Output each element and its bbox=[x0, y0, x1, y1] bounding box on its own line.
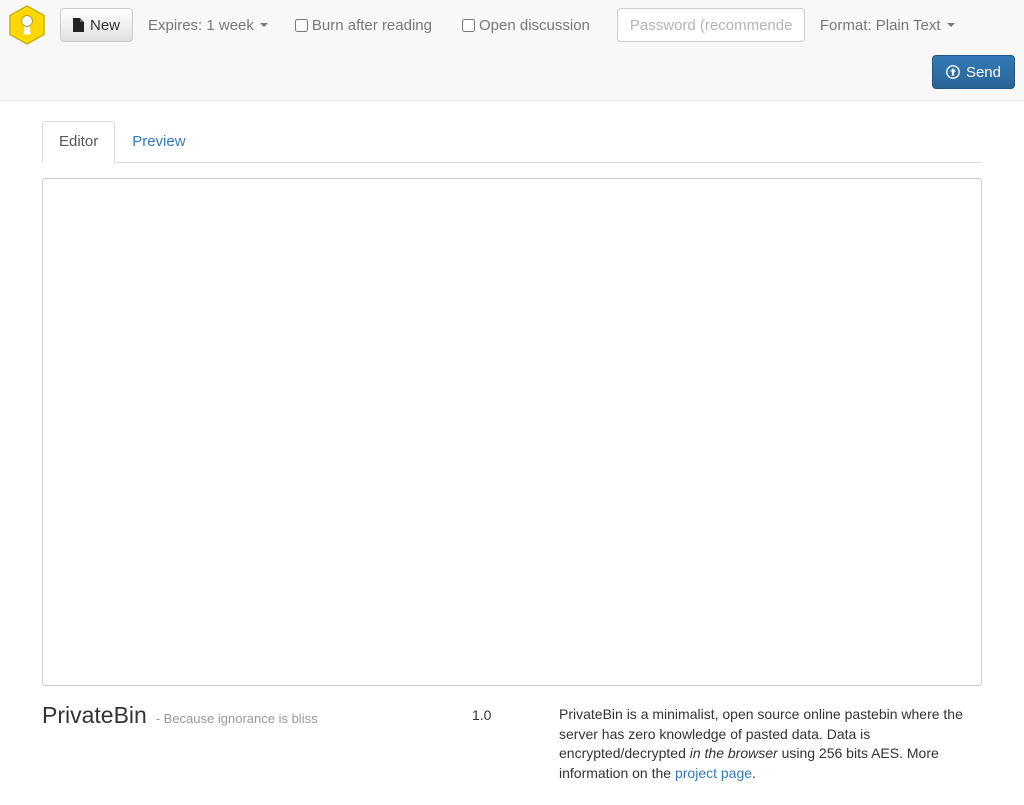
main-container: Editor Preview PrivateBin - Because igno… bbox=[0, 121, 1024, 783]
privatebin-keyhole-hexagon-logo-icon[interactable] bbox=[8, 5, 46, 45]
project-page-link[interactable]: project page bbox=[675, 765, 752, 781]
page-footer: PrivateBin - Because ignorance is bliss … bbox=[42, 700, 982, 783]
format-dropdown-label: Format: Plain Text bbox=[819, 16, 941, 34]
new-paste-button[interactable]: New bbox=[60, 8, 134, 42]
burn-after-reading-label: Burn after reading bbox=[311, 16, 432, 34]
navbar-primary-row: New Expires: 1 week Burn after reading O… bbox=[0, 0, 1024, 50]
send-button-label: Send bbox=[965, 63, 1001, 81]
open-discussion-option[interactable]: Open discussion bbox=[447, 0, 605, 50]
chevron-down-icon bbox=[259, 23, 268, 27]
send-button[interactable]: Send bbox=[931, 55, 1015, 89]
description-italic: in the browser bbox=[689, 745, 778, 761]
burn-after-reading-option[interactable]: Burn after reading bbox=[280, 0, 447, 50]
chevron-down-icon bbox=[946, 23, 955, 27]
brand-name: PrivateBin bbox=[42, 702, 147, 728]
footer-description: PrivateBin is a minimalist, open source … bbox=[559, 700, 982, 783]
expiration-dropdown-label: Expires: 1 week bbox=[148, 16, 254, 34]
new-paste-button-label: New bbox=[90, 16, 121, 34]
paste-editor-textarea[interactable] bbox=[42, 178, 982, 686]
password-input[interactable] bbox=[616, 8, 805, 42]
navbar: New Expires: 1 week Burn after reading O… bbox=[0, 0, 1024, 101]
expiration-dropdown[interactable]: Expires: 1 week bbox=[133, 0, 280, 50]
open-discussion-label: Open discussion bbox=[478, 16, 590, 34]
tab-preview[interactable]: Preview bbox=[115, 121, 202, 163]
file-icon bbox=[73, 18, 84, 32]
open-discussion-checkbox[interactable] bbox=[461, 18, 475, 32]
version-number: 1.0 bbox=[472, 707, 492, 723]
arrow-circle-up-icon bbox=[946, 65, 960, 79]
navbar-secondary-row: Send bbox=[0, 50, 1024, 100]
editor-preview-tabs: Editor Preview bbox=[42, 121, 982, 163]
tab-editor[interactable]: Editor bbox=[42, 121, 116, 163]
format-dropdown[interactable]: Format: Plain Text bbox=[805, 0, 967, 50]
footer-brand: PrivateBin - Because ignorance is bliss bbox=[42, 700, 472, 728]
description-end: . bbox=[752, 764, 756, 781]
burn-after-reading-checkbox[interactable] bbox=[294, 18, 308, 32]
brand-slogan: - Because ignorance is bliss bbox=[155, 711, 318, 726]
